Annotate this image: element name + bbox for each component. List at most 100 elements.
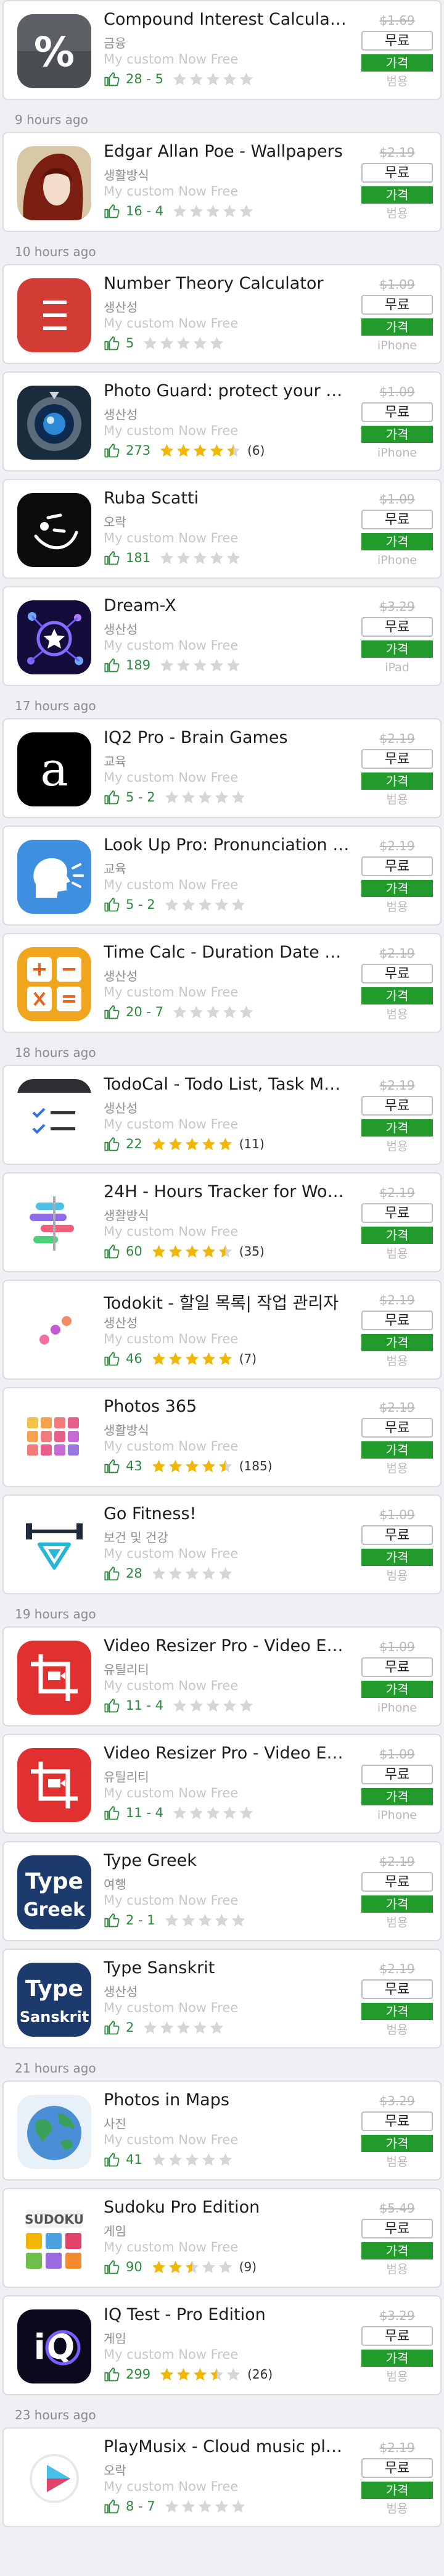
likes-row: 2 - 1 bbox=[104, 1910, 252, 1930]
free-button[interactable]: 무료 bbox=[361, 402, 433, 422]
old-price: $1.69 bbox=[379, 13, 415, 28]
app-category: 금융 bbox=[104, 36, 126, 51]
app-card[interactable]: Time Calc - Duration Date and Time 생산성 M… bbox=[2, 933, 442, 1033]
app-title[interactable]: Photos in Maps bbox=[104, 2090, 350, 2110]
star-icon bbox=[226, 444, 240, 457]
free-button[interactable]: 무료 bbox=[361, 856, 433, 876]
star-icon bbox=[181, 898, 195, 911]
price-button[interactable]: 가격 bbox=[361, 1334, 433, 1351]
free-button[interactable]: 무료 bbox=[361, 31, 433, 51]
app-title[interactable]: 24H - Hours Tracker for Work, Study bbox=[104, 1182, 350, 1201]
free-button[interactable]: 무료 bbox=[361, 1657, 433, 1677]
price-button[interactable]: 가격 bbox=[361, 2482, 433, 2499]
app-title[interactable]: Dream-X bbox=[104, 596, 350, 615]
price-button[interactable]: 가격 bbox=[361, 186, 433, 204]
app-card[interactable]: PlayMusix - Cloud music player 오락 My cus… bbox=[2, 2427, 442, 2527]
likes-count: 299 bbox=[126, 2367, 151, 2382]
free-button[interactable]: 무료 bbox=[361, 1311, 433, 1330]
price-button[interactable]: 가격 bbox=[361, 2135, 433, 2152]
app-title[interactable]: Type Sanskrit bbox=[104, 1958, 350, 1978]
price-button[interactable]: 가격 bbox=[361, 1441, 433, 1459]
app-note: My custom Now Free bbox=[104, 638, 239, 653]
app-title[interactable]: PlayMusix - Cloud music player bbox=[104, 2437, 350, 2456]
rating-count: (9) bbox=[239, 2259, 257, 2274]
app-title[interactable]: Photo Guard: protect your private photos bbox=[104, 381, 350, 400]
app-card[interactable]: Number Theory Calculator 생산성 My custom N… bbox=[2, 264, 442, 364]
app-card[interactable]: Type Greek Type Greek 여행 My custom Now Fr… bbox=[2, 1841, 442, 1941]
app-card[interactable]: Edgar Allan Poe - Wallpapers 생활방식 My cus… bbox=[2, 132, 442, 232]
app-title[interactable]: Go Fitness! bbox=[104, 1504, 350, 1523]
app-card[interactable]: Todokit - 할일 목록| 작업 관리자 생산성 My custom No… bbox=[2, 1280, 442, 1380]
price-button[interactable]: 가격 bbox=[361, 318, 433, 336]
free-button[interactable]: 무료 bbox=[361, 749, 433, 769]
star-icon bbox=[202, 1567, 215, 1580]
app-card[interactable]: Ruba Scatti 오락 My custom Now Free 181 $1… bbox=[2, 479, 442, 579]
free-button[interactable]: 무료 bbox=[361, 1872, 433, 1892]
free-button[interactable]: 무료 bbox=[361, 2111, 433, 2131]
app-title[interactable]: IQ2 Pro - Brain Games bbox=[104, 728, 350, 747]
app-title[interactable]: Type Greek bbox=[104, 1851, 350, 1870]
app-card[interactable]: Type Sanskrit Type Sanskrit 생산성 My custom… bbox=[2, 1949, 442, 2048]
free-button[interactable]: 무료 bbox=[361, 295, 433, 315]
price-button[interactable]: 가격 bbox=[361, 987, 433, 1004]
price-button[interactable]: 가격 bbox=[361, 533, 433, 550]
price-button[interactable]: 가격 bbox=[361, 426, 433, 443]
free-button[interactable]: 무료 bbox=[361, 617, 433, 637]
price-button[interactable]: 가격 bbox=[361, 1895, 433, 1913]
app-card[interactable]: Look Up Pro: Pronunciation Checker 교육 My… bbox=[2, 826, 442, 926]
free-button[interactable]: 무료 bbox=[361, 1979, 433, 1999]
price-button[interactable]: 가격 bbox=[361, 2242, 433, 2259]
app-card[interactable]: Dream-X 생산성 My custom Now Free 189 $3.29… bbox=[2, 586, 442, 686]
free-button[interactable]: 무료 bbox=[361, 2219, 433, 2238]
free-button[interactable]: 무료 bbox=[361, 1418, 433, 1438]
app-card[interactable]: % Compound Interest Calculator+ 금융 My cu… bbox=[2, 0, 442, 100]
app-title[interactable]: Todokit - 할일 목록| 작업 관리자 bbox=[104, 1290, 350, 1314]
price-button[interactable]: 가격 bbox=[361, 1119, 433, 1137]
price-button[interactable]: 가격 bbox=[361, 640, 433, 658]
free-button[interactable]: 무료 bbox=[361, 2326, 433, 2346]
app-category: 생산성 bbox=[104, 969, 138, 984]
app-title[interactable]: Compound Interest Calculator+ bbox=[104, 10, 350, 29]
price-button[interactable]: 가격 bbox=[361, 54, 433, 72]
free-button[interactable]: 무료 bbox=[361, 964, 433, 984]
free-button[interactable]: 무료 bbox=[361, 1525, 433, 1545]
app-title[interactable]: Look Up Pro: Pronunciation Checker bbox=[104, 835, 350, 855]
app-title[interactable]: Number Theory Calculator bbox=[104, 274, 350, 293]
app-title[interactable]: Video Resizer Pro - Video Editor bbox=[104, 1744, 350, 1763]
free-button[interactable]: 무료 bbox=[361, 510, 433, 529]
app-title[interactable]: Video Resizer Pro - Video Editor bbox=[104, 1636, 350, 1655]
free-button[interactable]: 무료 bbox=[361, 1203, 433, 1223]
app-card[interactable]: Photos in Maps 사진 My custom Now Free 41 … bbox=[2, 2081, 442, 2180]
app-card[interactable]: Photos 365 생활방식 My custom Now Free 43 (1… bbox=[2, 1387, 442, 1487]
app-title[interactable]: Edgar Allan Poe - Wallpapers bbox=[104, 142, 350, 161]
app-title[interactable]: TodoCal - Todo List, Task Manager bbox=[104, 1075, 350, 1094]
free-button[interactable]: 무료 bbox=[361, 1765, 433, 1784]
price-button[interactable]: 가격 bbox=[361, 1788, 433, 1805]
likes-row: 22 (11) bbox=[104, 1134, 265, 1154]
app-title[interactable]: IQ Test - Pro Edition bbox=[104, 2305, 350, 2324]
price-button[interactable]: 가격 bbox=[361, 772, 433, 790]
free-button[interactable]: 무료 bbox=[361, 2458, 433, 2478]
price-button[interactable]: 가격 bbox=[361, 1681, 433, 1698]
app-card[interactable]: iQ IQ Test - Pro Edition 게임 My custom No… bbox=[2, 2295, 442, 2395]
price-button[interactable]: 가격 bbox=[361, 1549, 433, 1566]
app-title[interactable]: Time Calc - Duration Date and Time bbox=[104, 943, 350, 962]
app-card[interactable]: Video Resizer Pro - Video Editor 유틸리티 My… bbox=[2, 1626, 442, 1726]
price-button[interactable]: 가격 bbox=[361, 2003, 433, 2020]
app-card[interactable]: Video Resizer Pro - Video Editor 유틸리티 My… bbox=[2, 1734, 442, 1834]
app-card[interactable]: Go Fitness! 보건 및 건강 My custom Now Free 2… bbox=[2, 1494, 442, 1594]
app-card[interactable]: TodoCal - Todo List, Task Manager 생산성 My… bbox=[2, 1065, 442, 1165]
price-button[interactable]: 가격 bbox=[361, 880, 433, 897]
app-card[interactable]: Photo Guard: protect your private photos… bbox=[2, 371, 442, 471]
app-card[interactable]: a IQ2 Pro - Brain Games 교육 My custom Now… bbox=[2, 718, 442, 818]
price-button[interactable]: 가격 bbox=[361, 2350, 433, 2367]
app-title[interactable]: Sudoku Pro Edition bbox=[104, 2198, 350, 2217]
price-button[interactable]: 가격 bbox=[361, 1227, 433, 1244]
free-button[interactable]: 무료 bbox=[361, 163, 433, 183]
free-button[interactable]: 무료 bbox=[361, 1096, 433, 1116]
app-title[interactable]: Photos 365 bbox=[104, 1397, 350, 1416]
star-rating bbox=[172, 72, 255, 87]
app-card[interactable]: SUDOKU Sudoku Pro Edition 게임 My custom N… bbox=[2, 2188, 442, 2288]
app-card[interactable]: 24H - Hours Tracker for Work, Study 생활방식… bbox=[2, 1172, 442, 1272]
app-title[interactable]: Ruba Scatti bbox=[104, 489, 350, 508]
